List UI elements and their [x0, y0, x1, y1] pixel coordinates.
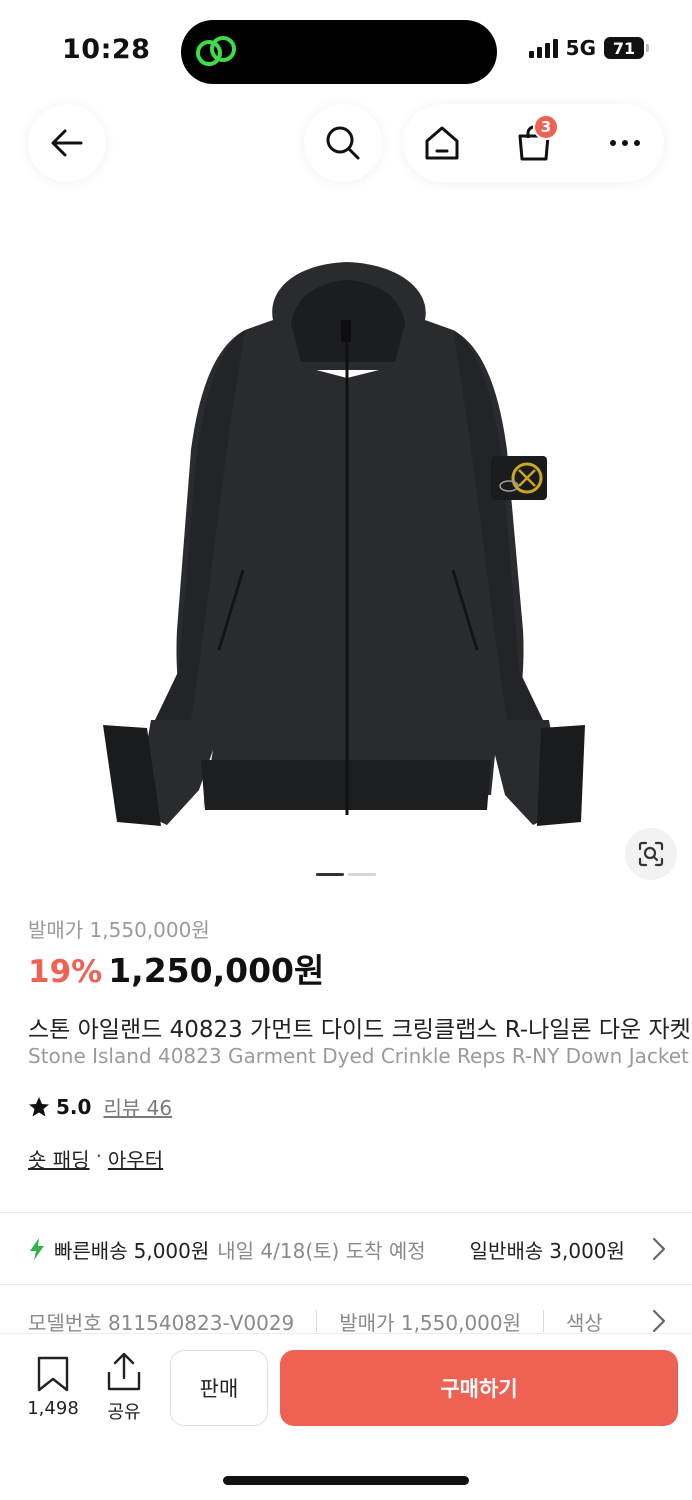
chevron-right-icon [652, 1309, 666, 1333]
info-chevron[interactable] [632, 1306, 666, 1336]
original-price: 발매가 1,550,000원 [28, 918, 210, 942]
image-search-button[interactable] [625, 828, 677, 880]
status-bar: 10:28 5G 71 [0, 0, 692, 104]
buy-button[interactable]: 구매하기 [280, 1350, 678, 1426]
price-row: 19% 1,250,000원 [28, 944, 324, 992]
divider [0, 1284, 692, 1285]
normal-delivery-label: 일반배송 [469, 1238, 544, 1263]
cart-button[interactable]: 3 [499, 104, 569, 182]
image-search-icon [638, 841, 664, 867]
signal-icon [528, 38, 558, 58]
category-breadcrumb: 숏 패딩 · 아우터 [28, 1144, 163, 1173]
arrow-left-icon [51, 129, 83, 157]
image-pager [316, 873, 376, 876]
bookmark-count: 1,498 [27, 1398, 79, 1419]
release-price: 발매가 1,550,000원 [339, 1310, 522, 1335]
review-link[interactable]: 리뷰 46 [103, 1092, 172, 1121]
share-button[interactable]: 공유 [96, 1352, 152, 1428]
product-info-row[interactable]: 모델번호 811540823-V0029 발매가 1,550,000원 색상 [28, 1306, 692, 1336]
share-icon [107, 1352, 141, 1391]
sell-button[interactable]: 판매 [170, 1350, 268, 1426]
model-number: 모델번호 811540823-V0029 [28, 1310, 295, 1335]
bookmark-button[interactable]: 1,498 [22, 1356, 84, 1428]
product-title: 스톤 아일랜드 40823 가먼트 다이드 크링클랩스 R-나일론 다운 자켓 [28, 1017, 691, 1043]
search-button[interactable] [304, 104, 382, 182]
normal-delivery-price: 3,000원 [549, 1238, 625, 1263]
status-indicators: 5G 71 [528, 36, 649, 60]
info-separator [543, 1310, 545, 1332]
bottom-action-bar: 1,498 공유 판매 구매하기 [0, 1334, 692, 1500]
pager-dot[interactable] [348, 873, 376, 876]
dynamic-island [181, 20, 497, 84]
category-separator: · [95, 1144, 102, 1168]
rating-row: 5.0 리뷰 46 [28, 1092, 172, 1121]
home-icon [425, 126, 459, 160]
color-label: 색상 [566, 1310, 603, 1335]
share-label: 공유 [107, 1402, 141, 1423]
product-image[interactable] [95, 250, 600, 835]
status-time: 10:28 [62, 34, 151, 65]
delivery-chevron[interactable] [632, 1234, 666, 1264]
cart-count-badge: 3 [533, 114, 559, 140]
more-button[interactable] [590, 104, 660, 182]
pager-dot-active[interactable] [316, 873, 344, 876]
nav-actions: 3 [403, 104, 664, 182]
bookmark-icon [37, 1356, 69, 1392]
star-icon [29, 1096, 49, 1116]
category-link-outer[interactable]: 아우터 [108, 1144, 163, 1173]
arrival-estimate: 내일 4/18(토) 도착 예정 [217, 1238, 426, 1263]
fast-delivery-label: 빠른배송 [54, 1238, 128, 1263]
fast-delivery-price: 5,000원 [133, 1238, 210, 1263]
network-label: 5G [565, 36, 596, 60]
home-indicator[interactable] [223, 1476, 469, 1485]
battery-icon: 71 [604, 37, 649, 59]
delivery-options[interactable]: 빠른배송 5,000원 내일 4/18(토) 도착 예정 일반배송 3,000원 [28, 1234, 692, 1264]
product-subtitle: Stone Island 40823 Garment Dyed Crinkle … [28, 1044, 689, 1068]
search-icon [326, 126, 360, 160]
divider [0, 1212, 692, 1213]
sale-price: 1,250,000원 [108, 951, 325, 990]
link-rings-icon [196, 36, 236, 66]
home-button[interactable] [407, 104, 477, 182]
more-horizontal-icon [610, 140, 640, 146]
discount-rate: 19% [28, 954, 103, 990]
category-link-short-padding[interactable]: 숏 패딩 [28, 1144, 90, 1173]
rating-value: 5.0 [56, 1094, 92, 1119]
info-separator [316, 1310, 318, 1332]
chevron-right-icon [652, 1237, 666, 1261]
back-button[interactable] [28, 104, 106, 182]
lightning-icon [30, 1238, 44, 1260]
